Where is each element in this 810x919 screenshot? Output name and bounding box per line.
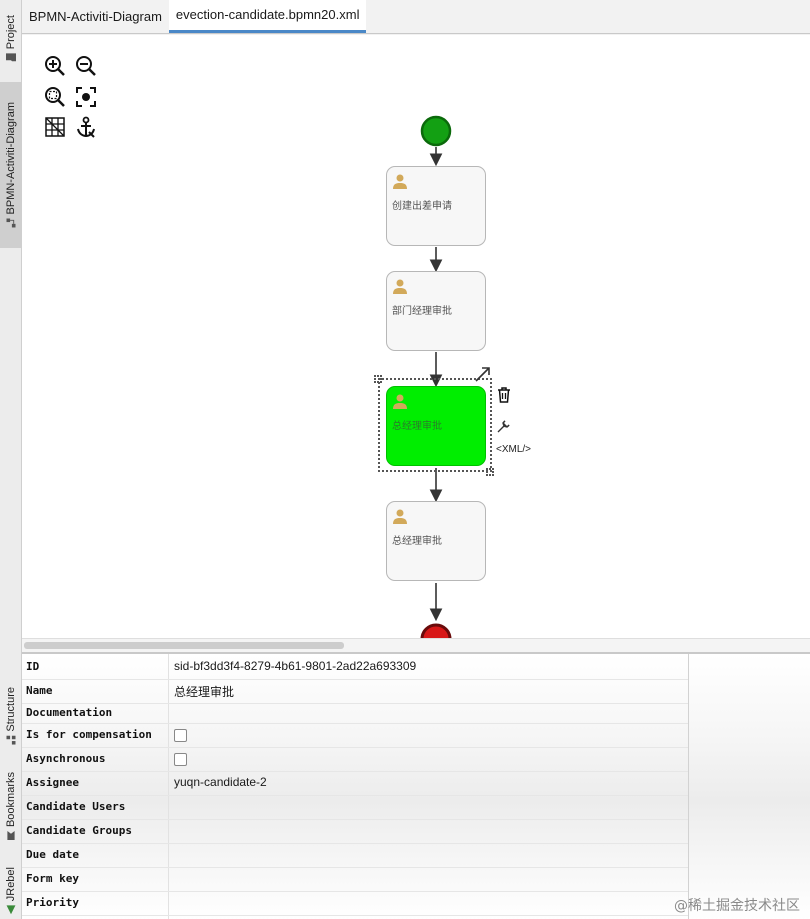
properties-panel: ID sid-bf3dd3f4-8279-4b61-9801-2ad22a693… <box>22 652 810 919</box>
xml-link[interactable]: <XML/> <box>496 444 531 455</box>
assignee-field[interactable]: yuqn-candidate-2 <box>174 775 267 789</box>
delete-icon[interactable] <box>497 387 511 403</box>
prop-row-assignee: Assignee yuqn-candidate-2 <box>22 772 688 796</box>
prop-row-candidate-users: Candidate Users <box>22 796 688 820</box>
project-tab[interactable]: Project <box>0 6 22 72</box>
watermark: @稀土掘金技术社区 <box>674 898 800 914</box>
bookmarks-tab[interactable]: Bookmarks <box>0 764 22 848</box>
horizontal-scrollbar[interactable] <box>22 638 810 652</box>
jrebel-tab[interactable]: JRebel <box>0 862 22 919</box>
prop-row-compensation: Is for compensation <box>22 724 688 748</box>
user-icon <box>393 279 407 294</box>
user-task[interactable]: 创建出差申请 <box>386 166 486 246</box>
editor-tabs: BPMN-Activiti-Diagram evection-candidate… <box>22 0 810 34</box>
bookmark-icon <box>7 831 15 841</box>
tab-bpmn-diagram[interactable]: BPMN-Activiti-Diagram <box>22 0 169 33</box>
prop-row-id: ID sid-bf3dd3f4-8279-4b61-9801-2ad22a693… <box>22 656 688 680</box>
scrollbar-thumb[interactable] <box>24 642 344 649</box>
bpmn-diagram-tab-label: BPMN-Activiti-Diagram <box>5 102 17 215</box>
prop-row-priority: Priority <box>22 892 688 916</box>
user-icon <box>393 509 407 524</box>
diagram-canvas[interactable]: 创建出差申请 部门经理审批 总经理审批 总经理审批 <XML/> <box>22 35 810 638</box>
prop-row-form-key: Form key <box>22 868 688 892</box>
connect-arrow-icon[interactable] <box>474 365 492 383</box>
id-field[interactable]: sid-bf3dd3f4-8279-4b61-9801-2ad22a693309 <box>174 659 416 673</box>
jrebel-icon <box>6 905 16 915</box>
task-label: 创建出差申请 <box>392 201 452 212</box>
jrebel-tab-label: JRebel <box>5 866 17 902</box>
ide-window: Project BPMN-Activiti-Diagram Structure … <box>0 0 810 919</box>
prop-row-documentation: Documentation <box>22 704 688 724</box>
asynchronous-checkbox[interactable] <box>174 753 187 766</box>
user-icon <box>393 174 407 189</box>
selection-frame <box>378 378 492 472</box>
task-label: 总经理审批 <box>392 536 442 547</box>
start-event[interactable] <box>420 115 452 147</box>
folder-icon <box>6 53 16 62</box>
prop-row-candidate-groups: Candidate Groups <box>22 820 688 844</box>
structure-tab[interactable]: Structure <box>0 680 22 752</box>
diagram-icon <box>6 218 16 228</box>
project-tab-label: Project <box>5 15 17 50</box>
wrench-icon[interactable] <box>496 419 511 434</box>
prop-row-asynchronous: Asynchronous <box>22 748 688 772</box>
task-label: 部门经理审批 <box>392 306 452 317</box>
structure-icon <box>6 735 16 745</box>
resize-handle[interactable] <box>374 375 382 383</box>
end-event[interactable] <box>420 623 452 638</box>
user-task[interactable]: 部门经理审批 <box>386 271 486 351</box>
tab-bpmn-xml[interactable]: evection-candidate.bpmn20.xml <box>168 0 367 33</box>
prop-row-name: Name 总经理审批 <box>22 680 688 704</box>
prop-row-due-date: Due date <box>22 844 688 868</box>
structure-tab-label: Structure <box>5 687 17 732</box>
bpmn-diagram-tab[interactable]: BPMN-Activiti-Diagram <box>0 82 22 248</box>
bookmarks-tab-label: Bookmarks <box>5 771 17 828</box>
user-task[interactable]: 总经理审批 <box>386 501 486 581</box>
name-field[interactable]: 总经理审批 <box>174 683 234 700</box>
resize-handle[interactable] <box>486 468 494 476</box>
compensation-checkbox[interactable] <box>174 729 187 742</box>
left-tool-strip: Project BPMN-Activiti-Diagram Structure … <box>0 0 22 919</box>
